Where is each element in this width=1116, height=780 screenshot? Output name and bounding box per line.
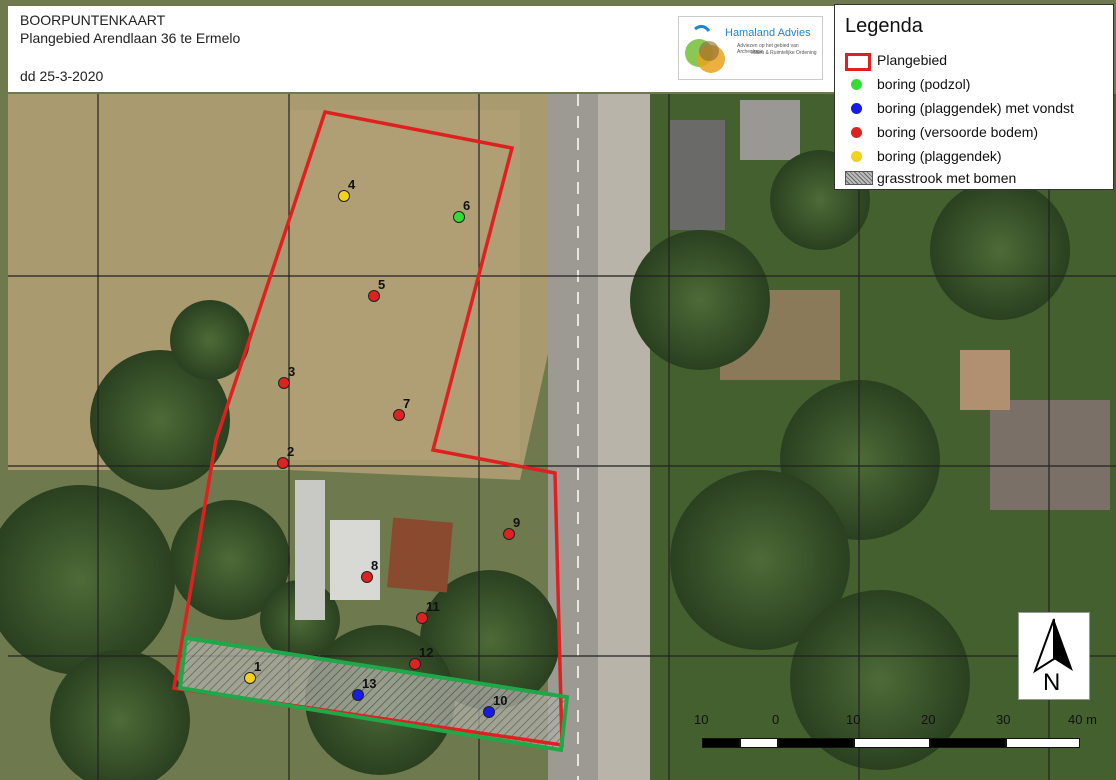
map-date: dd 25-3-2020 [20, 68, 104, 84]
scale-bar: 10 0 10 20 30 40 m [694, 712, 1106, 756]
scale-label: 30 [996, 712, 1011, 727]
borehole-label-3: 3 [288, 364, 295, 379]
green-dot-icon [851, 79, 862, 90]
legend-title: Legenda [845, 15, 923, 37]
borehole-marker-11[interactable] [416, 612, 428, 624]
borehole-marker-7[interactable] [393, 409, 405, 421]
borehole-label-5: 5 [378, 277, 385, 292]
borehole-marker-4[interactable] [338, 190, 350, 202]
borehole-label-13: 13 [362, 676, 376, 691]
borehole-label-2: 2 [287, 444, 294, 459]
scale-segment [702, 738, 740, 748]
scale-segment [930, 738, 1006, 748]
scale-segment [740, 738, 778, 748]
scale-label: 0 [772, 712, 780, 727]
borehole-marker-12[interactable] [409, 658, 421, 670]
yellow-dot-icon [851, 151, 862, 162]
borehole-label-11: 11 [426, 599, 440, 614]
borehole-marker-2[interactable] [277, 457, 289, 469]
borehole-marker-6[interactable] [453, 211, 465, 223]
scale-label: 40 m [1068, 712, 1097, 727]
scale-segment [1006, 738, 1080, 748]
borehole-marker-1[interactable] [244, 672, 256, 684]
north-label: N [1043, 669, 1061, 696]
blue-dot-icon [851, 103, 862, 114]
red-outline-rect-icon [845, 53, 871, 71]
scale-segment [854, 738, 930, 748]
legend-panel: Legenda Plangebied boring (podzol) borin… [834, 4, 1114, 190]
scale-label: 10 [694, 712, 709, 727]
borehole-marker-3[interactable] [278, 377, 290, 389]
borehole-marker-13[interactable] [352, 689, 364, 701]
borehole-label-8: 8 [371, 558, 378, 573]
logo-name: Hamaland Advies [725, 27, 811, 39]
logo-tagline-2: Milieu & Ruimtelijke Ordening [751, 50, 817, 56]
map-title: BOORPUNTENKAART [20, 12, 166, 28]
map-subtitle: Plangebied Arendlaan 36 te Ermelo [20, 30, 241, 46]
borehole-marker-9[interactable] [503, 528, 515, 540]
borehole-label-7: 7 [403, 396, 410, 411]
borehole-label-4: 4 [348, 177, 356, 192]
scale-segment [778, 738, 854, 748]
borehole-label-6: 6 [463, 198, 470, 213]
borehole-marker-5[interactable] [368, 290, 380, 302]
hatched-rect-icon [845, 171, 873, 185]
borehole-marker-10[interactable] [483, 706, 495, 718]
red-dot-icon [851, 127, 862, 138]
scale-label: 10 [846, 712, 861, 727]
company-logo: Hamaland Advies Adviezen op het gebied v… [678, 16, 823, 80]
borehole-label-12: 12 [419, 645, 433, 660]
north-arrow: N [1018, 612, 1090, 700]
borehole-label-9: 9 [513, 515, 520, 530]
borehole-label-1: 1 [254, 659, 261, 674]
borehole-marker-8[interactable] [361, 571, 373, 583]
borehole-label-10: 10 [493, 693, 507, 708]
scale-label: 20 [921, 712, 936, 727]
